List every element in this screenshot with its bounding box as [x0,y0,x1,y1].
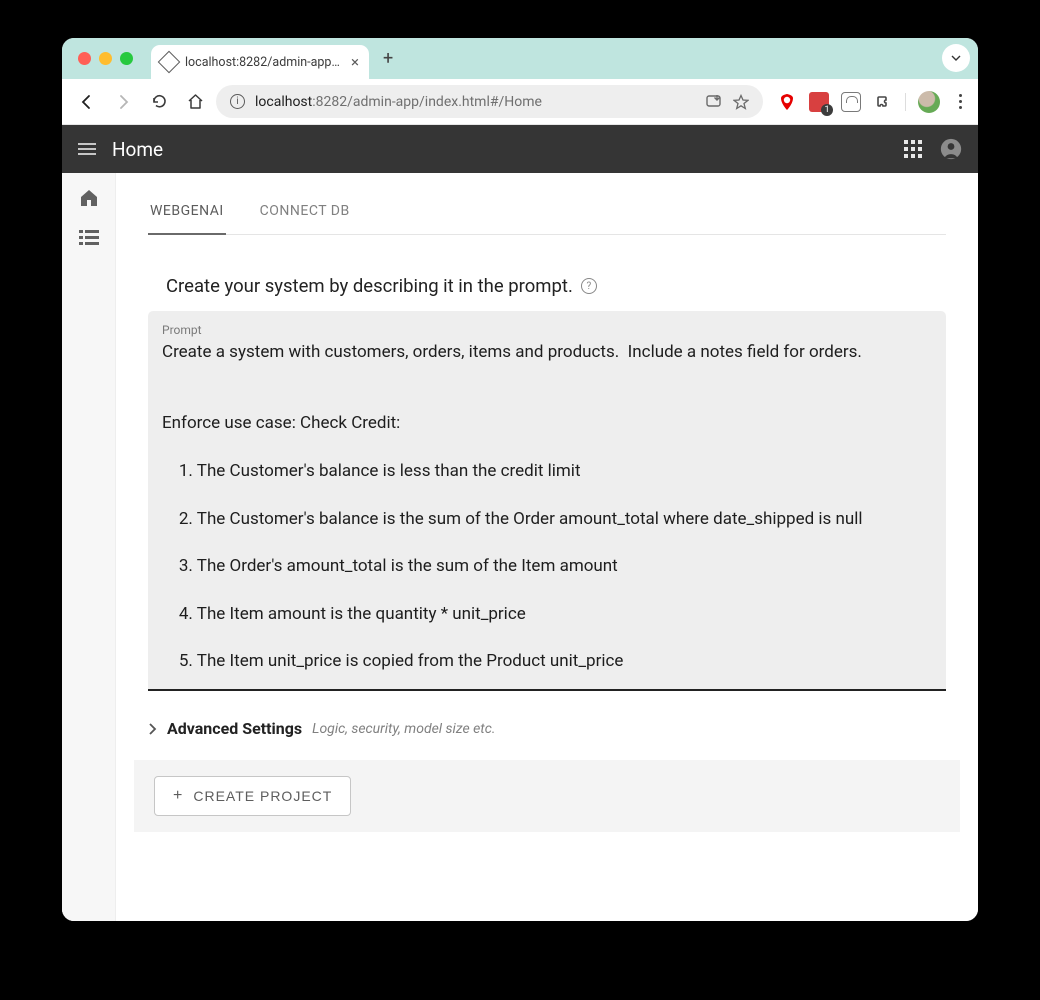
heading-row: Create your system by describing it in t… [166,275,928,297]
window-minimize-button[interactable] [99,52,112,65]
prompt-field: Prompt [148,311,946,691]
browser-tab[interactable]: localhost:8282/admin-app/ind × [151,45,369,79]
extension-adblock-icon[interactable] [777,92,797,112]
tab-favicon [158,51,181,74]
address-bar[interactable]: i localhost:8282/admin-app/index.html#/H… [216,85,763,118]
sidebar-list-icon[interactable] [78,227,100,249]
window-controls [78,52,133,65]
browser-menu-icon[interactable] [952,92,968,112]
advanced-settings-hint: Logic, security, model size etc. [312,721,495,737]
tab-search-button[interactable] [942,44,970,72]
sidebar-home-icon[interactable] [78,187,100,209]
prompt-label: Prompt [162,323,932,337]
section-heading: Create your system by describing it in t… [166,275,573,297]
main-content: WEBGENAI CONNECT DB Create your system b… [116,173,978,921]
app-body: WEBGENAI CONNECT DB Create your system b… [62,173,978,921]
content-tabs: WEBGENAI CONNECT DB [148,191,946,235]
apps-grid-icon[interactable] [902,138,924,160]
account-icon[interactable] [940,138,962,160]
advanced-settings-toggle[interactable]: Advanced Settings Logic, security, model… [148,719,946,738]
tab-connect-db[interactable]: CONNECT DB [258,191,352,235]
nav-forward-button[interactable] [108,87,138,117]
create-project-button[interactable]: + CREATE PROJECT [154,776,351,816]
profile-avatar-icon[interactable] [918,91,940,113]
menu-toggle-button[interactable] [78,143,96,155]
nav-home-button[interactable] [180,87,210,117]
site-info-icon[interactable]: i [230,94,245,109]
toolbar-separator [905,93,906,111]
create-project-label: CREATE PROJECT [193,788,332,804]
tab-close-icon[interactable]: × [351,53,359,71]
chevron-right-icon [148,723,157,735]
extension-area [769,91,968,113]
tab-title: localhost:8282/admin-app/ind [185,55,343,70]
extensions-menu-icon[interactable] [873,92,893,112]
tab-webgenai[interactable]: WEBGENAI [148,191,226,235]
nav-reload-button[interactable] [144,87,174,117]
nav-back-button[interactable] [72,87,102,117]
plus-icon: + [173,787,183,805]
window-close-button[interactable] [78,52,91,65]
extension-red-badge-icon[interactable] [809,92,829,112]
action-bar: + CREATE PROJECT [134,760,960,832]
page-title: Home [112,138,886,161]
url-text: localhost:8282/admin-app/index.html#/Hom… [255,94,542,110]
prompt-textarea[interactable] [162,341,932,671]
new-tab-button[interactable]: + [383,48,393,69]
bookmark-star-icon[interactable] [733,94,749,110]
window-maximize-button[interactable] [120,52,133,65]
help-icon[interactable]: ? [581,278,597,294]
sidebar [62,173,116,921]
browser-tabbar: localhost:8282/admin-app/ind × + [62,38,978,79]
browser-window: localhost:8282/admin-app/ind × + i local… [62,38,978,921]
extension-sync-icon[interactable] [841,92,861,112]
advanced-settings-label: Advanced Settings [167,719,302,738]
browser-toolbar: i localhost:8282/admin-app/index.html#/H… [62,79,978,125]
install-app-icon[interactable] [706,94,723,109]
app-header: Home [62,125,978,173]
